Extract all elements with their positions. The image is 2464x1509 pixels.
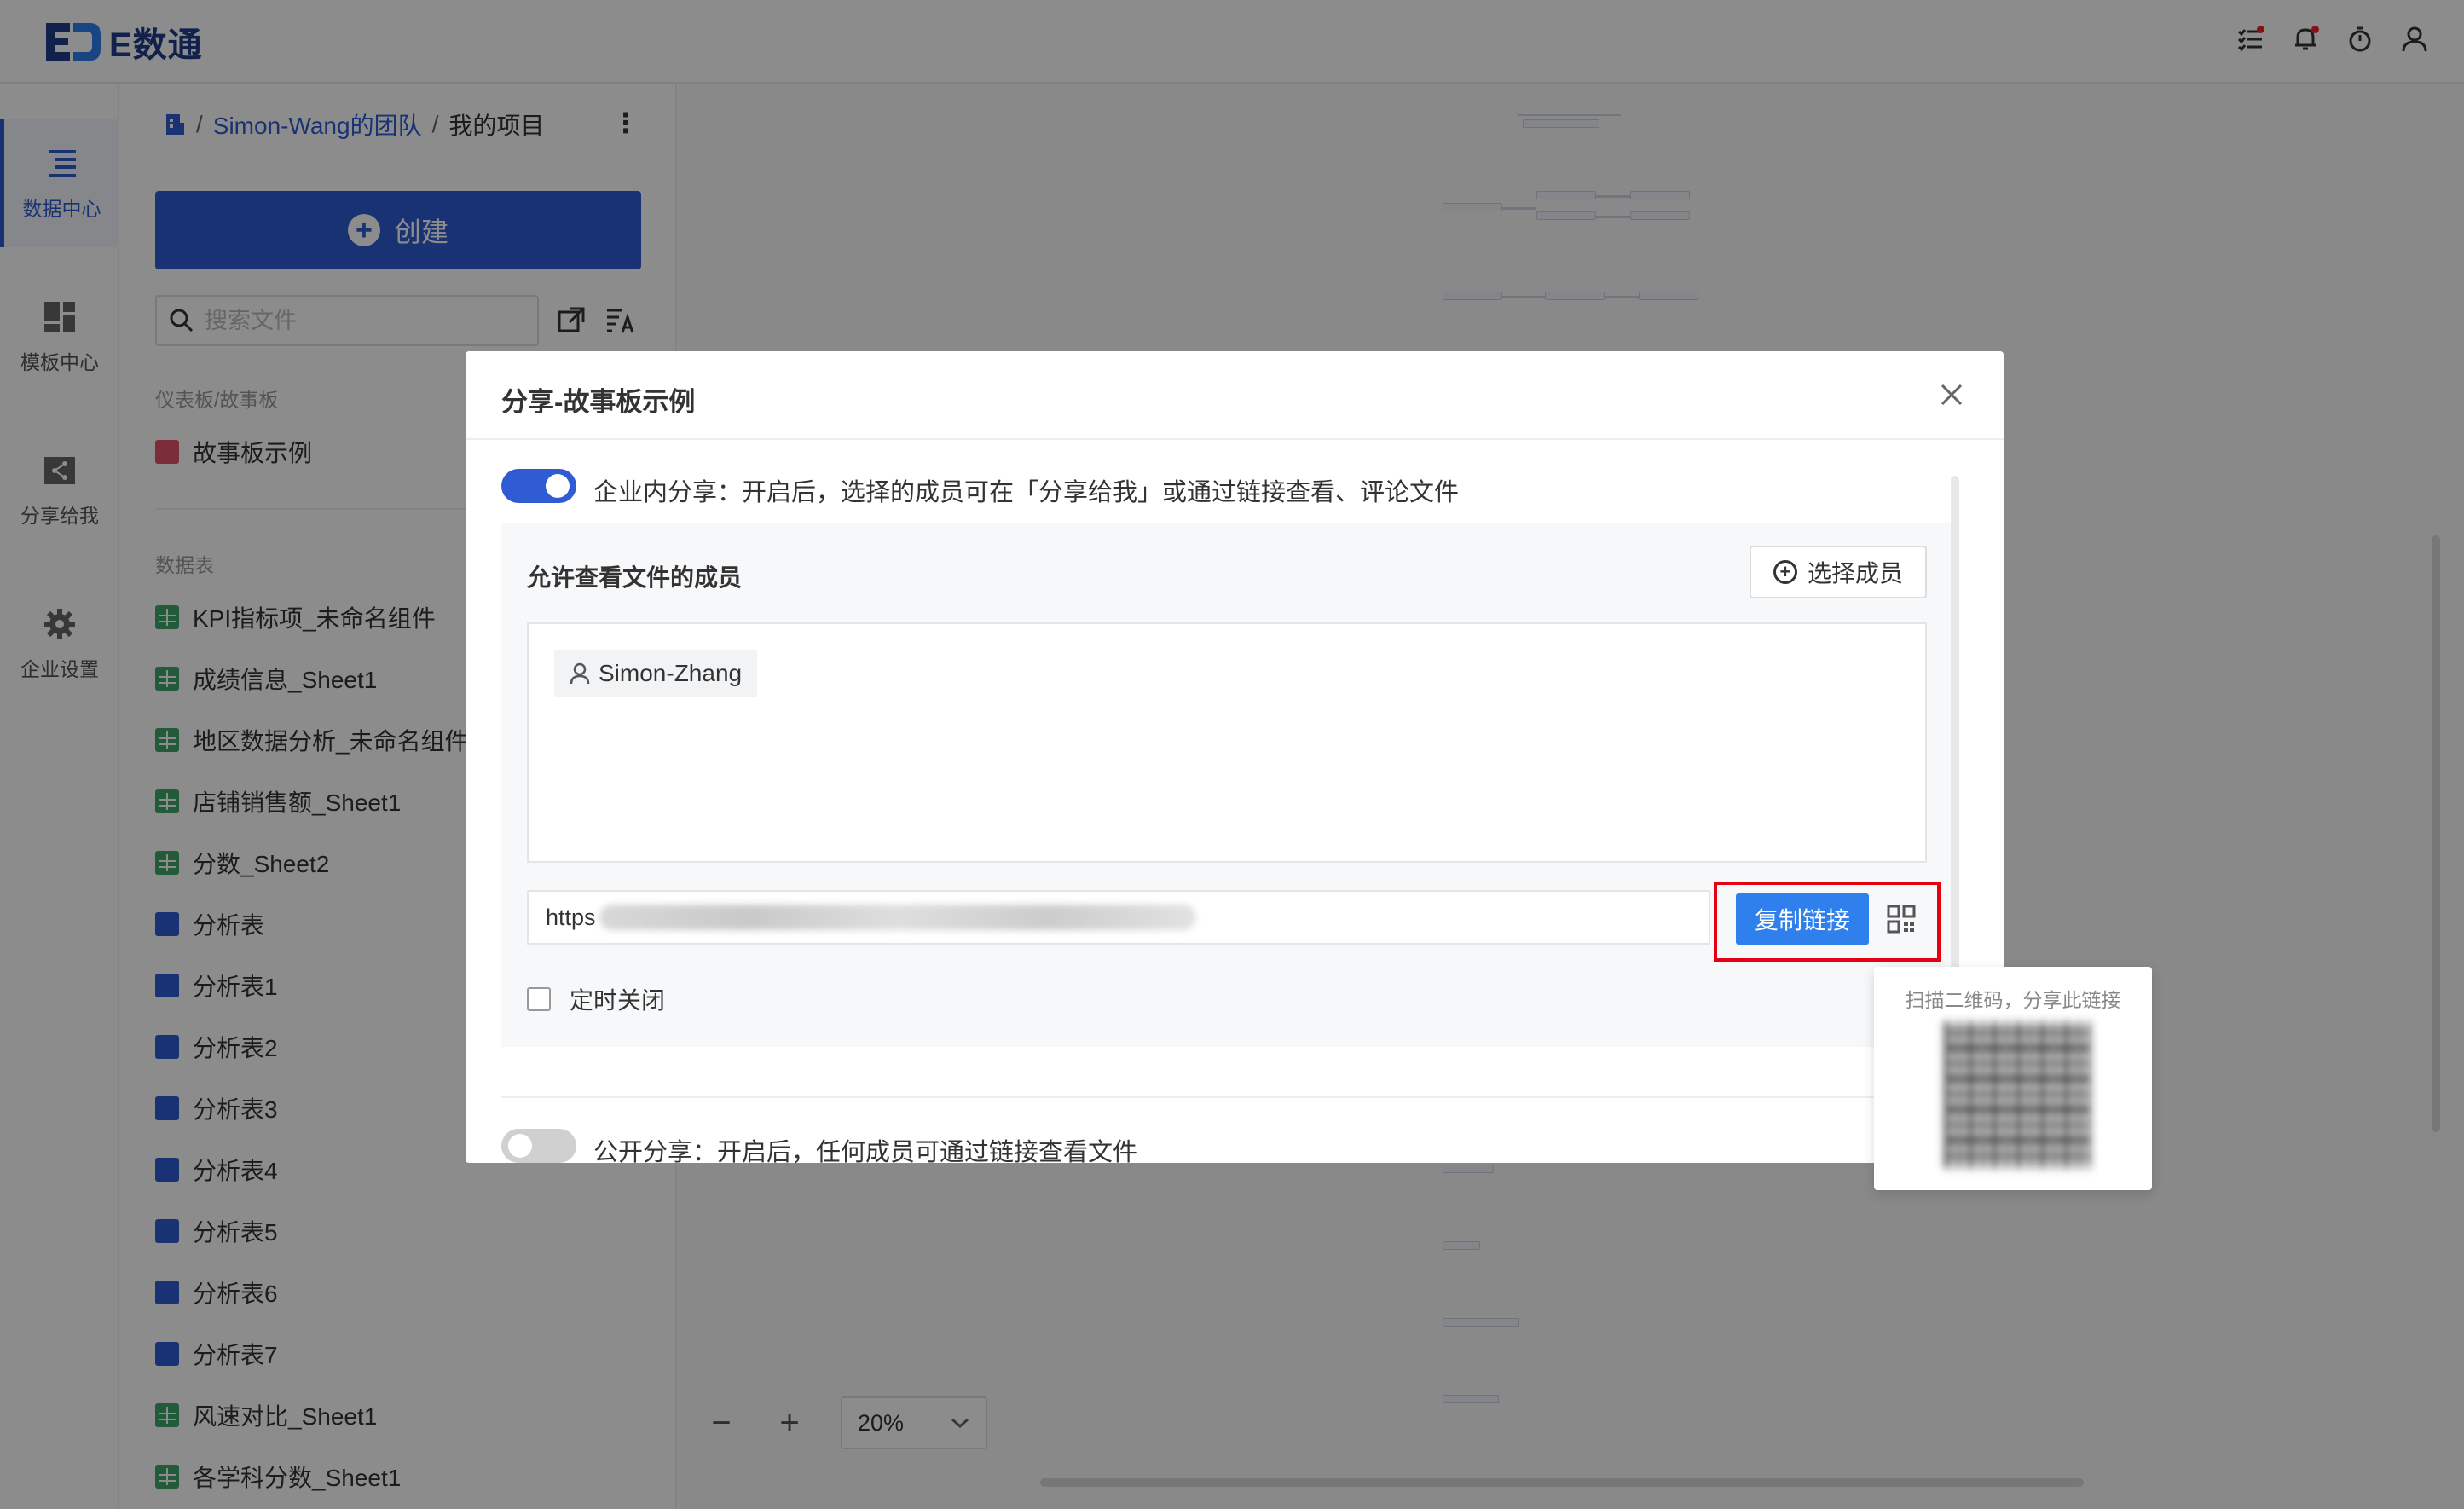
- internal-share-label: 企业内分享：开启后，选择的成员可在「分享给我」或通过链接查看、评论文件: [593, 479, 1460, 506]
- qr-code-image: [1944, 1021, 2091, 1168]
- member-name: Simon-Zhang: [599, 660, 743, 686]
- member-panel: 允许查看文件的成员 + 选择成员 Simon-Zhang https 复制链接: [501, 523, 1951, 1047]
- members-title: 允许查看文件的成员: [527, 564, 743, 591]
- toggle-knob: [508, 1134, 532, 1158]
- public-share-label: 公开分享：开启后，任何成员可通过链接查看文件: [593, 1139, 1138, 1163]
- modal-header: 分享-故事板示例: [466, 351, 2004, 440]
- user-icon: [570, 662, 590, 685]
- public-share-toggle[interactable]: [501, 1129, 576, 1163]
- share-modal: 分享-故事板示例 企业内分享：开启后，选择的成员可在「分享给我」或通过链接查看、…: [466, 351, 2004, 1163]
- modal-title: 分享-故事板示例: [501, 387, 696, 417]
- modal-body: 企业内分享：开启后，选择的成员可在「分享给我」或通过链接查看、评论文件 允许查看…: [466, 442, 2004, 1163]
- add-circle-icon: +: [1773, 560, 1797, 584]
- link-prefix: https: [546, 904, 596, 930]
- timed-close-checkbox[interactable]: [527, 987, 551, 1011]
- timed-close-label: 定时关闭: [570, 987, 666, 1014]
- qr-popover: 扫描二维码，分享此链接: [1874, 967, 2152, 1190]
- internal-share-toggle[interactable]: [501, 469, 576, 503]
- member-box[interactable]: Simon-Zhang: [527, 622, 1927, 863]
- select-member-label: 选择成员: [1807, 560, 1903, 587]
- member-tag[interactable]: Simon-Zhang: [554, 650, 758, 697]
- select-member-button[interactable]: + 选择成员: [1750, 546, 1927, 598]
- blurred-link: [599, 905, 1196, 930]
- toggle-knob: [546, 474, 570, 498]
- qr-popover-text: 扫描二维码，分享此链接: [1905, 989, 2121, 1011]
- copy-link-button[interactable]: 复制链接: [1736, 893, 1869, 945]
- qr-code-icon[interactable]: [1884, 902, 1918, 936]
- timed-close-row[interactable]: 定时关闭: [527, 982, 665, 1016]
- modal-scrollbar[interactable]: [1951, 476, 1959, 970]
- close-icon[interactable]: [1939, 382, 1964, 408]
- divider: [501, 1096, 1951, 1098]
- share-link-field[interactable]: https: [527, 890, 1710, 945]
